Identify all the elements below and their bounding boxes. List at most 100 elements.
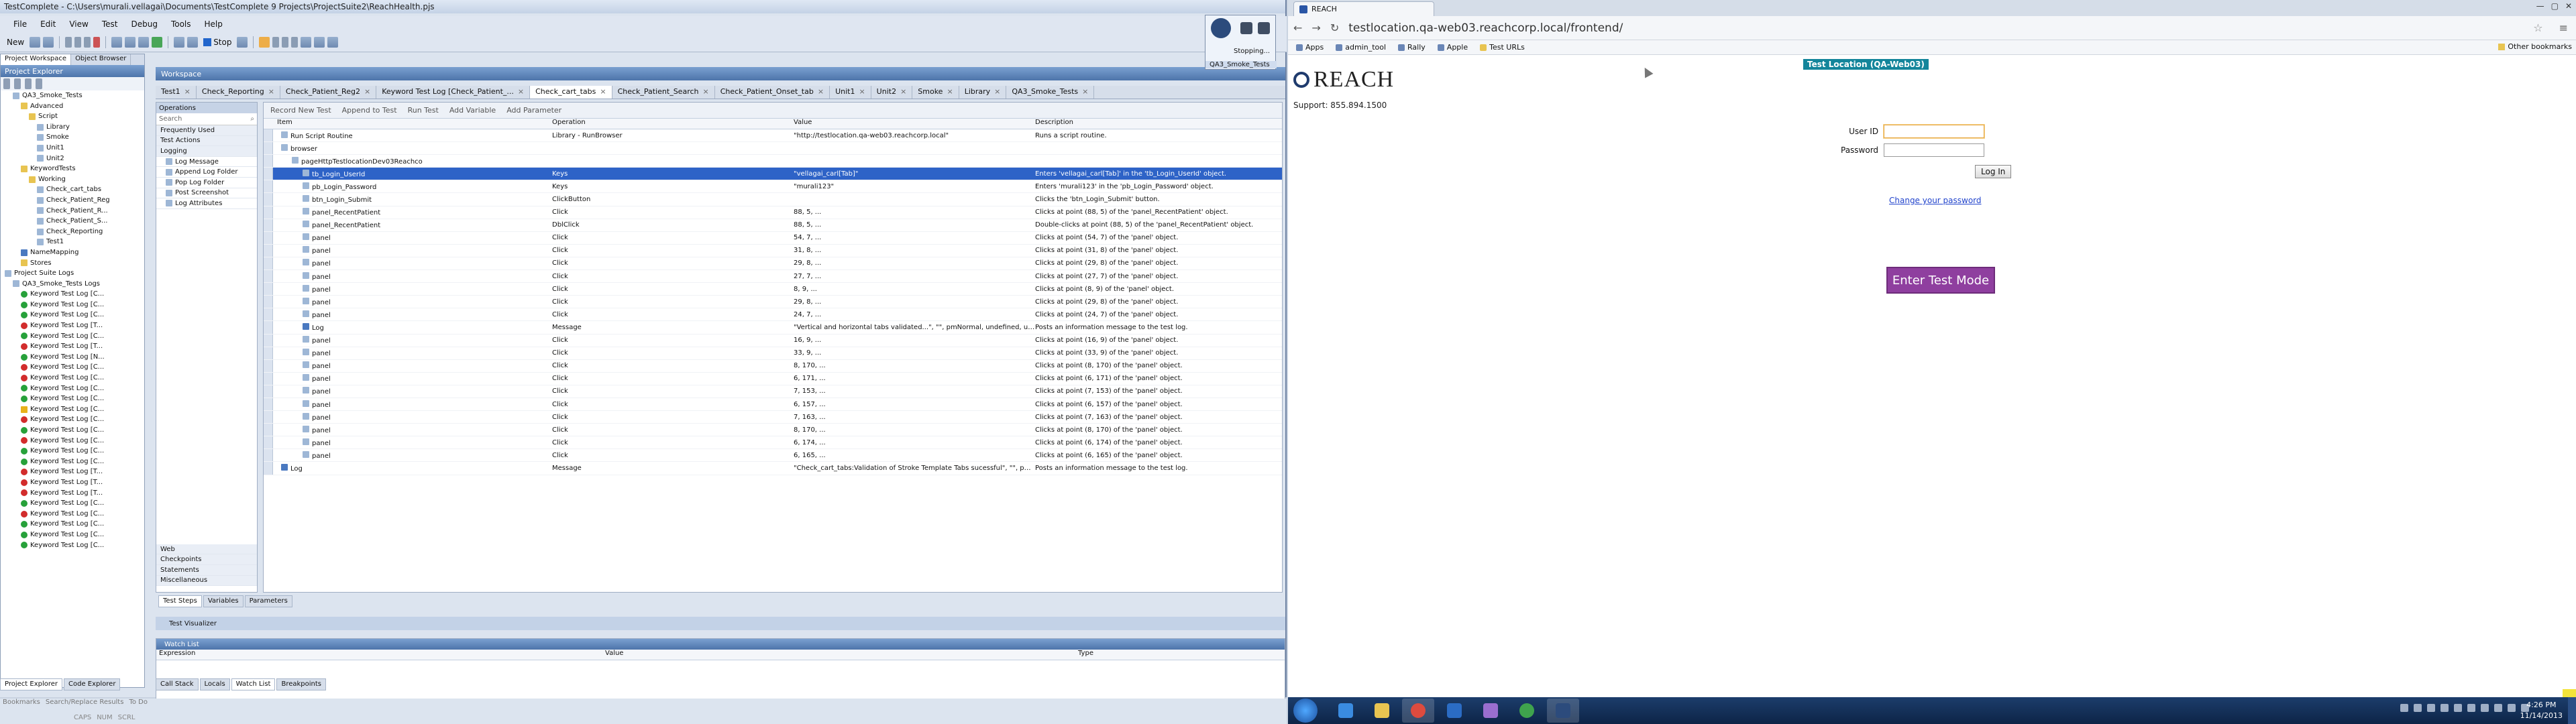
table-row[interactable]: tb_Login_UserId Keys "vellagai_carl[Tab]" E…: [264, 168, 1282, 181]
copy-icon[interactable]: [74, 36, 82, 48]
tree-item[interactable]: Keyword Test Log [T...: [1, 320, 144, 331]
tree-item[interactable]: Keyword Test Log [T...: [1, 488, 144, 499]
operations-group[interactable]: Web: [156, 544, 257, 555]
tab-project-explorer[interactable]: Project Explorer: [0, 678, 63, 690]
table-row[interactable]: panel Click 29, 8, ... Clicks at point (29,…: [264, 257, 1282, 271]
cut-icon[interactable]: [65, 36, 72, 48]
tray-icon[interactable]: [2400, 704, 2408, 712]
tree-item[interactable]: Advanced: [1, 101, 144, 112]
operation-item[interactable]: Pop Log Folder: [156, 178, 257, 188]
tab-test-steps[interactable]: Test Steps: [158, 595, 202, 607]
tree-item[interactable]: Keyword Test Log [C...: [1, 446, 144, 457]
tree-item[interactable]: Project Suite Logs: [1, 268, 144, 279]
tree-item[interactable]: Keyword Test Log [C...: [1, 414, 144, 425]
add-item-icon[interactable]: [3, 78, 10, 89]
table-row[interactable]: panel Click 8, 170, ... Clicks at point (8,…: [264, 359, 1282, 373]
tree-item[interactable]: Keyword Test Log [C...: [1, 425, 144, 436]
taskbar-pidgin[interactable]: [1474, 699, 1507, 723]
tray-icon[interactable]: [2494, 704, 2502, 712]
tree-item[interactable]: Keyword Test Log [C...: [1, 436, 144, 446]
tab-code-explorer[interactable]: Code Explorer: [64, 678, 121, 690]
panel-icon[interactable]: [327, 36, 339, 48]
tree-item[interactable]: Keyword Test Log [T...: [1, 467, 144, 477]
table-row[interactable]: Log Message "Check_cart_tabs:Validation of…: [264, 462, 1282, 475]
delete-icon[interactable]: [93, 36, 101, 48]
bookmark-item[interactable]: Rally: [1398, 43, 1426, 52]
column-description[interactable]: Description: [1035, 119, 1282, 129]
show-desktop-button[interactable]: [2568, 697, 2576, 724]
find-icon[interactable]: [282, 36, 289, 48]
run-project-icon[interactable]: [152, 36, 163, 48]
close-icon[interactable]: ×: [994, 87, 1000, 97]
tray-icon[interactable]: [2427, 704, 2435, 712]
tree-item[interactable]: Keyword Test Log [C...: [1, 519, 144, 530]
table-row[interactable]: panel Click 6, 165, ... Clicks at point (6,…: [264, 449, 1282, 463]
column-type[interactable]: Type: [1078, 650, 1093, 660]
table-row[interactable]: panel Click 8, 9, ... Clicks at point (8, 9…: [264, 283, 1282, 296]
other-bookmarks[interactable]: Other bookmarks: [2498, 42, 2572, 51]
table-row[interactable]: panel Click 6, 174, ... Clicks at point (6,…: [264, 436, 1282, 450]
table-row[interactable]: panel Click 8, 170, ... Clicks at point (8,…: [264, 424, 1282, 437]
step-over-icon[interactable]: [187, 36, 199, 48]
pause-icon[interactable]: [1240, 22, 1252, 34]
taskbar-chrome-2[interactable]: [1511, 699, 1543, 723]
tab-watch-list[interactable]: Watch List: [231, 678, 276, 690]
table-row[interactable]: Run Script Routine Library - RunBrowser "h…: [264, 129, 1282, 143]
tree-item[interactable]: Check_Reporting: [1, 227, 144, 237]
close-icon[interactable]: ×: [364, 87, 370, 97]
table-row[interactable]: panel Click 29, 8, ... Clicks at point (29,…: [264, 296, 1282, 309]
tree-item[interactable]: Keyword Test Log [C...: [1, 310, 144, 320]
workspace-tab[interactable]: Smoke ×: [912, 86, 959, 99]
run-icon[interactable]: [125, 36, 136, 48]
grid-toolbar-button[interactable]: Append to Test: [342, 106, 397, 115]
close-icon[interactable]: ×: [184, 87, 191, 97]
table-row[interactable]: panel_RecentPatient Click 88, 5, ... Clicks…: [264, 206, 1282, 219]
tray-icon[interactable]: [2454, 704, 2462, 712]
address-bar[interactable]: testlocation.qa-web03.reachcorp.local/fr…: [1348, 19, 2524, 37]
password-input[interactable]: [1884, 143, 1985, 157]
workspace-tab[interactable]: Check_Patient_Onset_tab ×: [715, 86, 830, 99]
table-row[interactable]: Log Message "Vertical and horizontal tabs …: [264, 321, 1282, 335]
table-row[interactable]: btn_Login_Submit ClickButton Clicks the 'b…: [264, 193, 1282, 206]
menu-view[interactable]: View: [66, 19, 91, 29]
table-row[interactable]: panel_RecentPatient DblClick 88, 5, ... Dou…: [264, 219, 1282, 232]
column-item[interactable]: Item: [264, 119, 552, 129]
table-row[interactable]: panel Click 7, 163, ... Clicks at point (7,…: [264, 411, 1282, 424]
tray-icon[interactable]: [2414, 704, 2422, 712]
tree-item[interactable]: Keyword Test Log [C...: [1, 394, 144, 404]
grid-toolbar-button[interactable]: Add Variable: [449, 106, 496, 115]
back-icon[interactable]: ←: [1293, 21, 1302, 34]
tree-item[interactable]: Check_Patient_Reg: [1, 195, 144, 206]
table-row[interactable]: panel Click 16, 9, ... Clicks at point (16,…: [264, 334, 1282, 347]
grid-toolbar-button[interactable]: Add Parameter: [506, 106, 561, 115]
grid-toolbar-button[interactable]: Run Test: [408, 106, 439, 115]
tray-icon[interactable]: [2481, 704, 2489, 712]
menu-help[interactable]: Help: [202, 19, 225, 29]
tree-item[interactable]: KeywordTests: [1, 164, 144, 174]
workspace-tab[interactable]: Unit1 ×: [830, 86, 871, 99]
menu-test[interactable]: Test: [99, 19, 121, 29]
tree-item[interactable]: Keyword Test Log [T...: [1, 341, 144, 352]
tree-item[interactable]: Keyword Test Log [C...: [1, 300, 144, 310]
workspace-tab[interactable]: Test1 ×: [156, 86, 197, 99]
table-row[interactable]: panel Click 6, 171, ... Clicks at point (6,…: [264, 372, 1282, 385]
menu-debug[interactable]: Debug: [128, 19, 160, 29]
close-icon[interactable]: ✕: [2565, 1, 2572, 11]
close-icon[interactable]: ×: [947, 87, 953, 97]
workspace-tab[interactable]: Check_Patient_Search ×: [612, 86, 715, 99]
menu-file[interactable]: File: [11, 19, 30, 29]
tray-icon[interactable]: [2508, 704, 2516, 712]
workspace-tab[interactable]: Keyword Test Log [Check_Patient_... ×: [376, 86, 531, 99]
tree-item[interactable]: QA3_Smoke_Tests: [1, 90, 144, 101]
menu-tools[interactable]: Tools: [168, 19, 194, 29]
tree-item[interactable]: NameMapping: [1, 247, 144, 258]
tree-item[interactable]: Check_Patient_R...: [1, 206, 144, 217]
operation-item[interactable]: Append Log Folder: [156, 167, 257, 178]
close-icon[interactable]: ×: [859, 87, 865, 97]
properties-icon[interactable]: [36, 78, 42, 89]
taskbar-testcomplete[interactable]: [1547, 699, 1579, 723]
tree-item[interactable]: Keyword Test Log [C...: [1, 530, 144, 540]
tree-item[interactable]: Stores: [1, 258, 144, 269]
bookmark-item[interactable]: Apps: [1296, 43, 1324, 52]
bookmark-item[interactable]: Test URLs: [1480, 43, 1525, 52]
